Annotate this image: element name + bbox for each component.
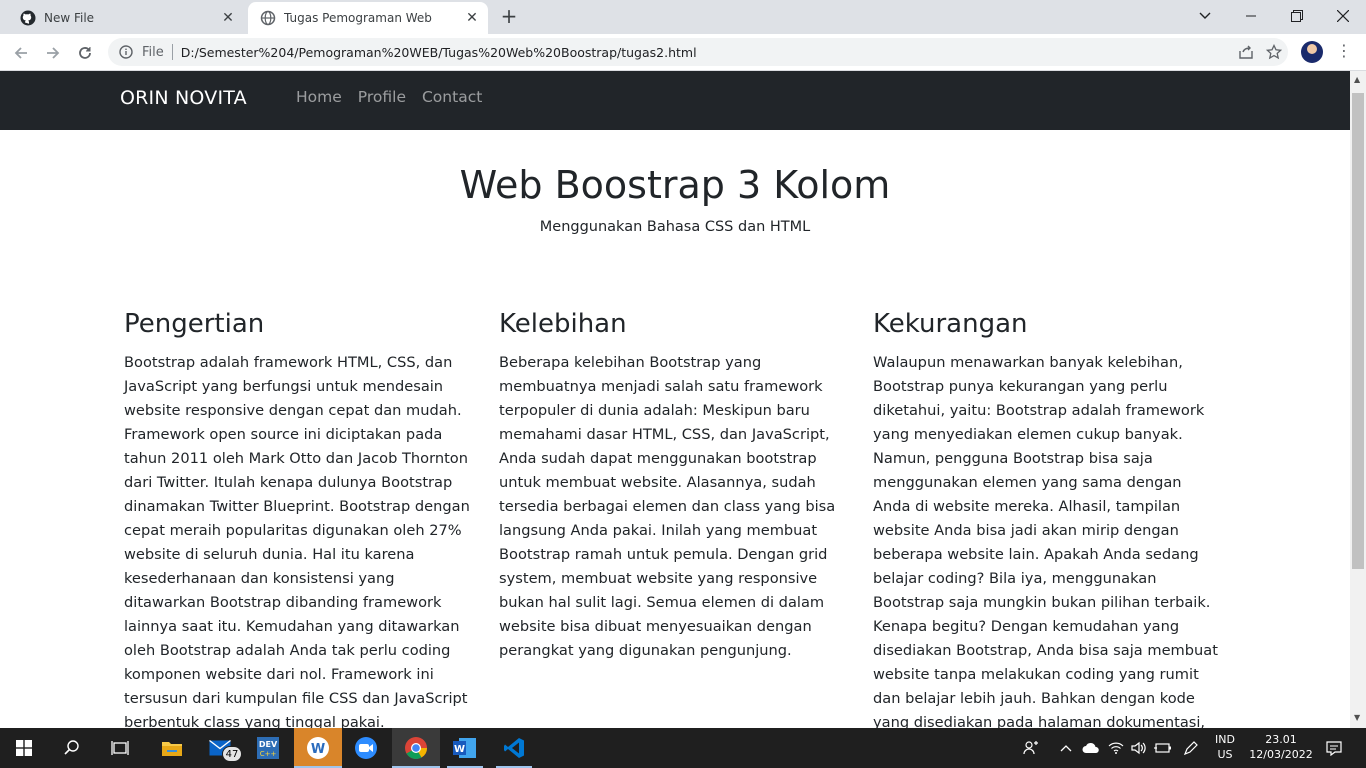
- file-explorer-icon[interactable]: [148, 728, 196, 768]
- language-line1: IND: [1215, 733, 1235, 746]
- browser-toolbar: File D:/Semester%204/Pemograman%20WEB/Tu…: [0, 34, 1366, 71]
- language-line2: US: [1217, 748, 1233, 761]
- browser-tab-strip: New File ✕ Tugas Pemograman Web ✕ +: [0, 0, 1366, 34]
- tab-search-chevron-icon[interactable]: [1182, 0, 1228, 32]
- app-w-icon[interactable]: W: [294, 728, 342, 768]
- column-heading: Kekurangan: [873, 309, 1028, 339]
- column-kelebihan: Kelebihan Beberapa kelebihan Bootstrap y…: [499, 307, 849, 663]
- profile-avatar[interactable]: [1301, 41, 1323, 63]
- share-icon[interactable]: [1232, 38, 1260, 66]
- zoom-icon[interactable]: [342, 728, 390, 768]
- close-tab-icon[interactable]: ✕: [462, 8, 482, 28]
- restore-icon[interactable]: [1274, 0, 1320, 32]
- onedrive-cloud-icon[interactable]: [1080, 728, 1102, 768]
- nav-link-contact[interactable]: Contact: [422, 88, 482, 106]
- scrollbar-thumb[interactable]: [1352, 93, 1364, 569]
- dev-cpp-icon[interactable]: DEV C++: [244, 728, 292, 768]
- reload-icon[interactable]: [72, 40, 98, 66]
- navbar-brand[interactable]: ORIN NOVITA: [120, 87, 247, 109]
- forward-arrow-icon[interactable]: [40, 40, 66, 66]
- minimize-icon[interactable]: [1228, 0, 1274, 32]
- mail-count-badge: 47: [222, 746, 242, 762]
- scroll-down-arrow-icon[interactable]: ▼: [1354, 713, 1362, 722]
- tab-title: New File: [44, 11, 95, 25]
- column-heading: Pengertian: [124, 309, 265, 339]
- scheme-label: File: [142, 44, 164, 60]
- notification-icon[interactable]: [1320, 728, 1348, 768]
- nav-link-home[interactable]: Home: [296, 88, 342, 106]
- globe-icon: [260, 10, 276, 26]
- people-icon[interactable]: [1020, 728, 1042, 768]
- svg-text:W: W: [311, 742, 325, 757]
- page-viewport: ORIN NOVITA Home Profile Contact Web Boo…: [0, 71, 1350, 728]
- address-bar[interactable]: File D:/Semester%204/Pemograman%20WEB/Tu…: [108, 38, 1288, 66]
- clock-time: 23.01: [1265, 733, 1297, 746]
- url-text[interactable]: D:/Semester%204/Pemograman%20WEB/Tugas%2…: [181, 45, 1232, 60]
- column-heading: Kelebihan: [499, 309, 627, 339]
- volume-icon[interactable]: [1128, 728, 1150, 768]
- search-icon[interactable]: [48, 728, 96, 768]
- vertical-scrollbar[interactable]: ▲ ▼: [1350, 71, 1366, 728]
- page-title: Web Boostrap 3 Kolom: [459, 163, 891, 207]
- pen-icon[interactable]: [1180, 728, 1202, 768]
- info-icon[interactable]: [118, 44, 134, 60]
- more-menu-icon[interactable]: ⋮: [1334, 42, 1354, 62]
- tab-new-file[interactable]: New File ✕: [8, 2, 244, 34]
- column-pengertian: Pengertian Bootstrap adalah framework HT…: [124, 307, 474, 728]
- windows-start-icon[interactable]: [0, 728, 48, 768]
- chrome-icon[interactable]: [392, 728, 440, 768]
- clock[interactable]: 23.01 12/03/2022: [1246, 732, 1316, 762]
- input-language[interactable]: IND US: [1208, 732, 1242, 762]
- tab-tugas-pemograman-web[interactable]: Tugas Pemograman Web ✕: [248, 2, 488, 34]
- back-arrow-icon[interactable]: [8, 40, 34, 66]
- svg-text:W: W: [454, 744, 465, 755]
- battery-icon[interactable]: [1152, 728, 1174, 768]
- scroll-up-arrow-icon[interactable]: ▲: [1354, 75, 1362, 84]
- github-icon: [20, 10, 36, 26]
- address-separator: [171, 44, 173, 60]
- wifi-icon[interactable]: [1105, 728, 1127, 768]
- close-tab-icon[interactable]: ✕: [218, 8, 238, 28]
- navbar-links: Home Profile Contact: [296, 88, 482, 106]
- clock-date: 12/03/2022: [1249, 748, 1313, 761]
- vscode-icon[interactable]: [490, 728, 538, 768]
- chevron-up-icon[interactable]: [1056, 728, 1076, 768]
- new-tab-plus-icon[interactable]: +: [498, 6, 520, 28]
- svg-text:DEV: DEV: [259, 740, 278, 749]
- nav-link-profile[interactable]: Profile: [358, 88, 406, 106]
- svg-text:C++: C++: [260, 750, 277, 758]
- windows-taskbar: DEV C++ W W IND US 23.01 12/03/2022: [0, 728, 1366, 768]
- page-subtitle: Menggunakan Bahasa CSS dan HTML: [539, 219, 811, 235]
- column-body: Walaupun menawarkan banyak kelebihan, Bo…: [873, 354, 1218, 728]
- column-body: Bootstrap adalah framework HTML, CSS, da…: [124, 354, 470, 728]
- column-body: Beberapa kelebihan Bootstrap yang membua…: [499, 354, 836, 659]
- word-icon[interactable]: W: [441, 728, 489, 768]
- task-view-icon[interactable]: [96, 728, 144, 768]
- tab-title: Tugas Pemograman Web: [284, 11, 432, 25]
- site-navbar: ORIN NOVITA Home Profile Contact: [0, 71, 1350, 130]
- column-kekurangan: Kekurangan Walaupun menawarkan banyak ke…: [873, 307, 1223, 728]
- bookmark-star-icon[interactable]: [1260, 38, 1288, 66]
- close-window-icon[interactable]: [1320, 0, 1366, 32]
